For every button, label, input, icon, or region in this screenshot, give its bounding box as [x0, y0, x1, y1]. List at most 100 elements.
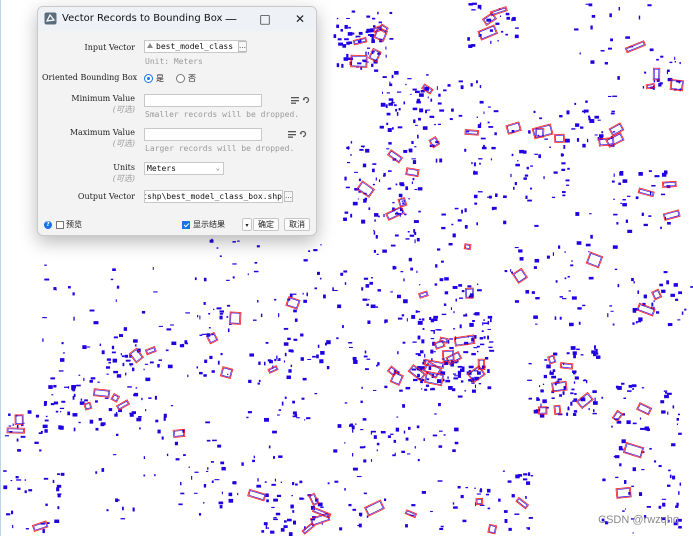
vector-feature: [111, 351, 116, 354]
vector-feature: [341, 63, 344, 68]
vector-feature: [343, 217, 347, 221]
output-vector-field[interactable]: outshp\best_model_class_box.shp: [144, 190, 283, 203]
vector-feature: [675, 298, 679, 301]
vector-feature: [528, 516, 533, 519]
vector-feature: [377, 11, 379, 15]
vector-feature: [230, 312, 241, 324]
vector-feature: [381, 91, 383, 94]
vector-feature: [632, 387, 634, 390]
oriented-no-radio[interactable]: [176, 74, 185, 83]
vector-feature: [277, 359, 279, 361]
vector-feature: [294, 318, 298, 322]
vector-feature: [440, 525, 444, 528]
vector-feature: [676, 417, 679, 421]
vector-feature: [413, 119, 416, 124]
vector-feature: [143, 456, 146, 460]
help-icon[interactable]: ?: [44, 221, 52, 229]
maximum-value-input[interactable]: [144, 128, 262, 141]
vector-feature: [525, 290, 530, 294]
expression-icon[interactable]: [288, 130, 296, 138]
title-bar[interactable]: Vector Records to Bounding Box — □ ✕: [38, 7, 316, 31]
ok-dropdown-button[interactable]: ▾: [242, 218, 252, 231]
vector-feature: [443, 89, 447, 92]
vector-feature: [426, 378, 430, 381]
vector-feature: [403, 149, 408, 153]
bounding-box: [505, 121, 522, 135]
vector-feature: [511, 271, 513, 274]
vector-feature: [666, 392, 672, 395]
vector-feature: [443, 303, 447, 306]
vector-feature: [540, 389, 544, 393]
vector-feature: [439, 527, 444, 531]
vector-feature: [512, 16, 516, 21]
vector-feature: [477, 124, 482, 129]
vector-feature: [411, 314, 416, 319]
vector-feature: [388, 98, 393, 101]
vector-feature: [261, 530, 265, 533]
vector-feature: [357, 62, 362, 65]
minimum-value-optional: (可选): [112, 105, 135, 114]
maximize-button[interactable]: □: [248, 9, 282, 29]
show-result-checkbox[interactable]: [182, 221, 190, 229]
vector-feature: [449, 118, 453, 121]
vector-feature: [572, 370, 577, 374]
vector-feature: [352, 508, 357, 511]
vector-feature: [477, 283, 479, 286]
preview-checkbox[interactable]: [56, 221, 64, 229]
vector-feature: [662, 502, 666, 507]
vector-feature: [506, 16, 511, 20]
vector-feature: [348, 341, 353, 344]
vector-feature: [570, 392, 574, 395]
vector-feature: [346, 146, 350, 150]
vector-feature: [401, 314, 405, 317]
vector-feature: [671, 443, 676, 447]
vector-feature: [656, 78, 660, 82]
vector-feature: [574, 102, 577, 105]
vector-feature: [180, 492, 185, 495]
vector-feature: [392, 454, 396, 457]
minimize-button[interactable]: —: [214, 9, 248, 29]
vector-feature: [651, 302, 654, 307]
vector-feature: [407, 231, 410, 233]
vector-feature: [368, 207, 371, 211]
vector-feature: [299, 480, 303, 484]
vector-feature: [417, 458, 420, 462]
vector-feature: [367, 34, 373, 36]
vector-feature: [613, 213, 618, 216]
vector-feature: [590, 25, 593, 30]
vector-feature: [471, 389, 476, 393]
close-button[interactable]: ✕: [283, 9, 316, 29]
vector-feature: [476, 493, 481, 495]
input-vector-browse-button[interactable]: …: [238, 41, 247, 52]
vector-feature: [564, 138, 570, 143]
vector-feature: [344, 176, 347, 181]
expression-icon[interactable]: [291, 96, 299, 104]
vector-feature: [48, 385, 53, 389]
vector-feature: [407, 453, 411, 455]
vector-feature: [549, 146, 551, 148]
units-select[interactable]: Meters ⌄: [144, 162, 224, 175]
output-vector-browse-button[interactable]: …: [284, 191, 293, 202]
input-vector-field[interactable]: best_model_class: [144, 40, 246, 53]
cancel-button[interactable]: 取消: [284, 218, 310, 231]
ok-button[interactable]: 确定: [253, 218, 279, 231]
vector-feature: [411, 140, 414, 145]
vector-feature: [253, 319, 257, 321]
refresh-icon[interactable]: [302, 96, 310, 104]
vector-feature: [278, 455, 283, 458]
vector-feature: [374, 213, 379, 217]
oriented-yes-radio[interactable]: [144, 74, 153, 83]
vector-feature: [514, 181, 517, 186]
vector-feature: [256, 245, 260, 248]
minimum-value-input[interactable]: [144, 94, 262, 107]
vector-feature: [595, 348, 598, 353]
vector-feature: [544, 359, 548, 361]
vector-feature: [347, 161, 351, 164]
vector-feature: [374, 69, 379, 72]
refresh-icon[interactable]: [299, 130, 307, 138]
vector-feature: [479, 489, 483, 493]
vector-feature: [626, 420, 631, 425]
vector-feature: [622, 203, 627, 207]
vector-feature: [649, 447, 652, 450]
vector-feature: [396, 112, 399, 116]
